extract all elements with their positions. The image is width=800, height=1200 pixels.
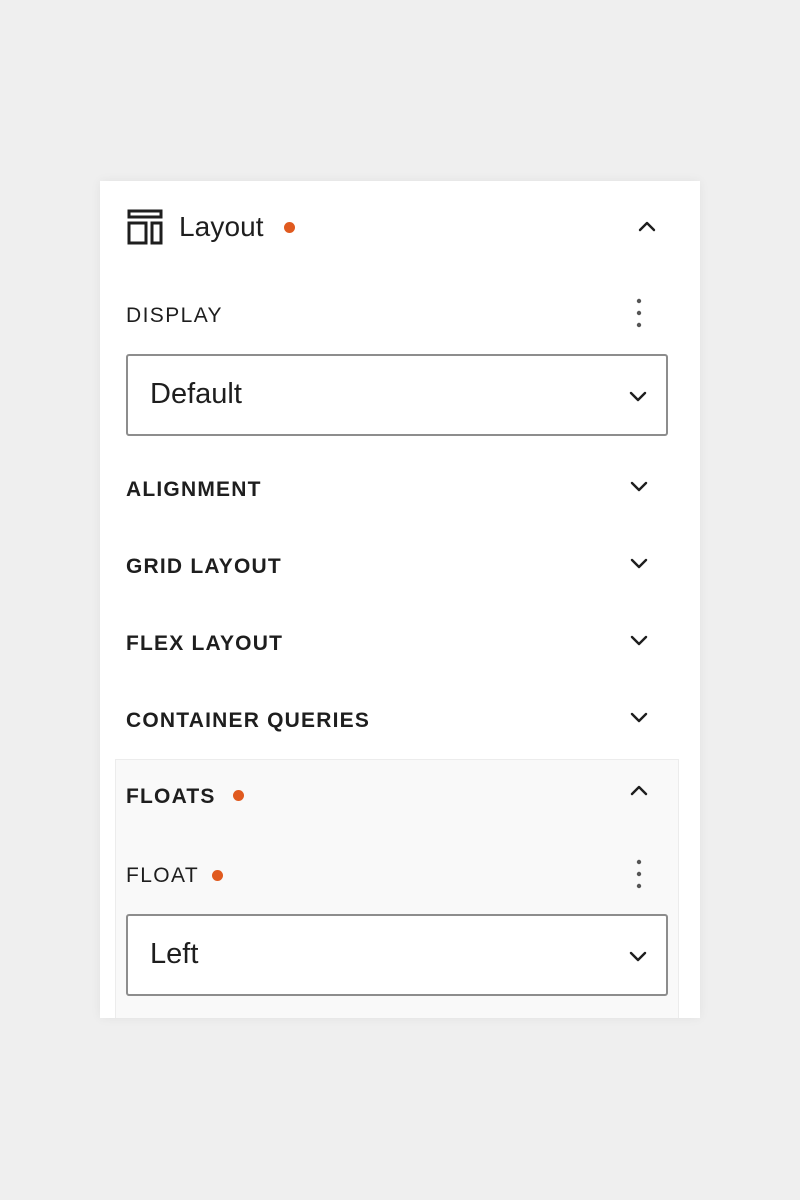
chevron-down-icon — [627, 705, 651, 729]
layout-icon — [127, 209, 163, 245]
display-label: DISPLAY — [126, 304, 223, 327]
modified-indicator-dot — [233, 790, 244, 801]
chevron-down-icon — [626, 384, 650, 408]
chevron-down-icon — [627, 628, 651, 652]
modified-indicator-dot — [212, 870, 223, 881]
section-flex-layout[interactable]: FLEX LAYOUT — [100, 618, 700, 668]
display-select[interactable]: Default — [126, 354, 668, 436]
chevron-down-icon — [627, 474, 651, 498]
section-grid-layout[interactable]: GRID LAYOUT — [100, 541, 700, 591]
display-select-value: Default — [150, 378, 242, 410]
modified-indicator-dot — [284, 222, 295, 233]
float-options-kebab-icon[interactable] — [627, 856, 651, 892]
section-alignment-label: ALIGNMENT — [126, 478, 262, 501]
section-alignment[interactable]: ALIGNMENT — [100, 464, 700, 514]
section-container-queries[interactable]: CONTAINER QUERIES — [100, 695, 700, 745]
chevron-down-icon — [627, 551, 651, 575]
panel-title: Layout — [179, 211, 264, 242]
chevron-up-icon — [627, 779, 651, 803]
layout-panel-header[interactable]: Layout — [100, 181, 700, 271]
chevron-down-icon — [626, 944, 650, 968]
section-floats-label: FLOATS — [126, 785, 216, 808]
layout-panel: Layout DISPLAY Default ALIGNMENT GRID LA… — [100, 181, 700, 1018]
float-select-value: Left — [150, 938, 199, 970]
chevron-up-icon[interactable] — [635, 215, 659, 239]
section-flex-layout-label: FLEX LAYOUT — [126, 632, 284, 655]
section-floats-header[interactable]: FLOATS — [100, 771, 700, 821]
section-container-queries-label: CONTAINER QUERIES — [126, 709, 371, 732]
float-label: FLOAT — [126, 864, 200, 887]
float-select[interactable]: Left — [126, 914, 668, 996]
display-options-kebab-icon[interactable] — [627, 295, 651, 331]
section-grid-layout-label: GRID LAYOUT — [126, 555, 282, 578]
